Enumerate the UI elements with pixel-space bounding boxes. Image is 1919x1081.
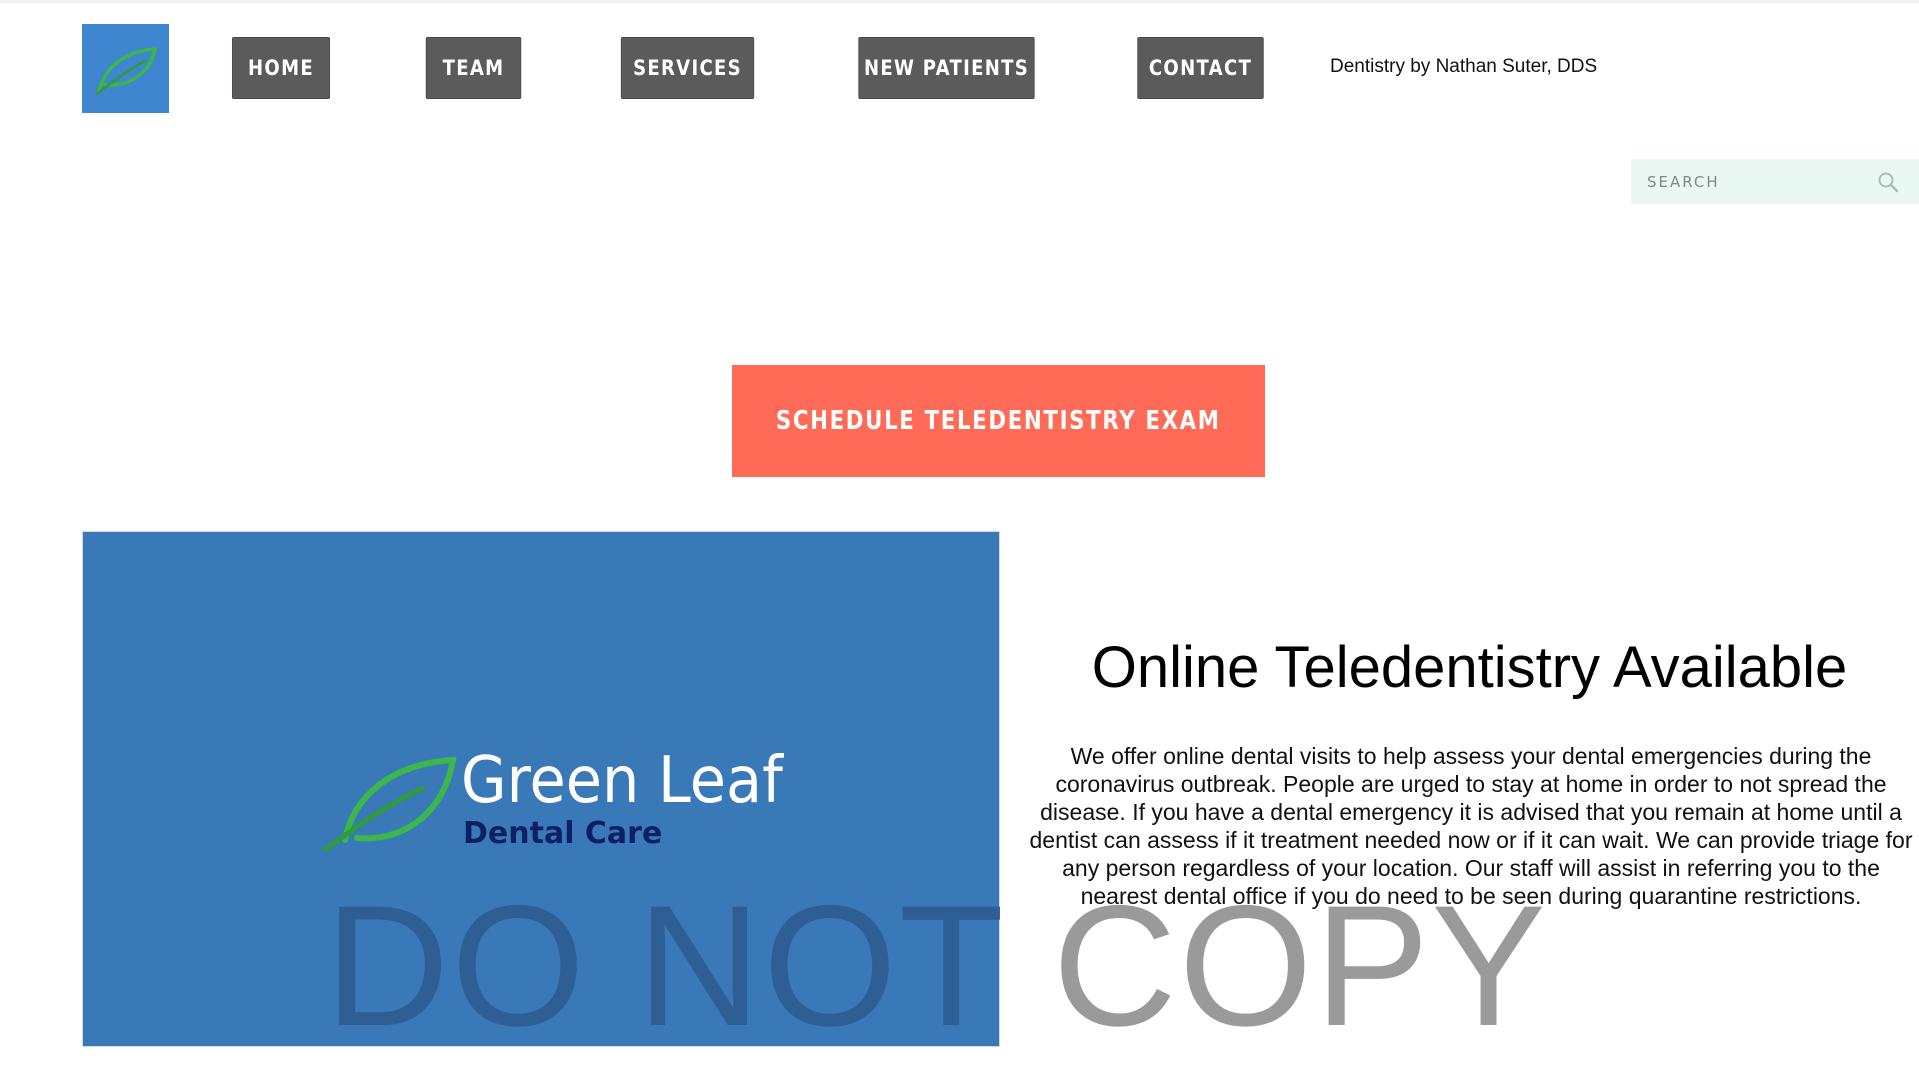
site-tagline: Dentistry by Nathan Suter, DDS [1330, 56, 1598, 77]
page-title: Online Teledentistry Available [1091, 635, 1848, 700]
brand-name: Green Leaf [461, 744, 783, 818]
nav-new-patients-button[interactable]: NEW PATIENTS [858, 37, 1035, 99]
nav-services-button[interactable]: SERVICES [620, 37, 755, 99]
nav-contact-button[interactable]: CONTACT [1137, 37, 1264, 99]
search-bar [1631, 159, 1919, 204]
nav-team-button[interactable]: TEAM [425, 37, 522, 99]
schedule-exam-button[interactable]: SCHEDULE TELEDENTISTRY EXAM [732, 365, 1265, 477]
nav-home-button[interactable]: HOME [231, 37, 331, 99]
site-logo[interactable] [82, 24, 169, 113]
hero-brand-image: Green Leaf Dental Care [82, 531, 1000, 1047]
schedule-exam-label: SCHEDULE TELEDENTISTRY EXAM [776, 406, 1221, 436]
leaf-icon [322, 756, 457, 853]
leaf-icon [95, 46, 157, 95]
brand-subtitle: Dental Care [463, 816, 663, 851]
search-icon[interactable] [1877, 171, 1899, 193]
top-border [0, 0, 1919, 3]
content-paragraph: We offer online dental visits to help as… [1029, 743, 1913, 909]
search-input[interactable] [1645, 171, 1879, 192]
